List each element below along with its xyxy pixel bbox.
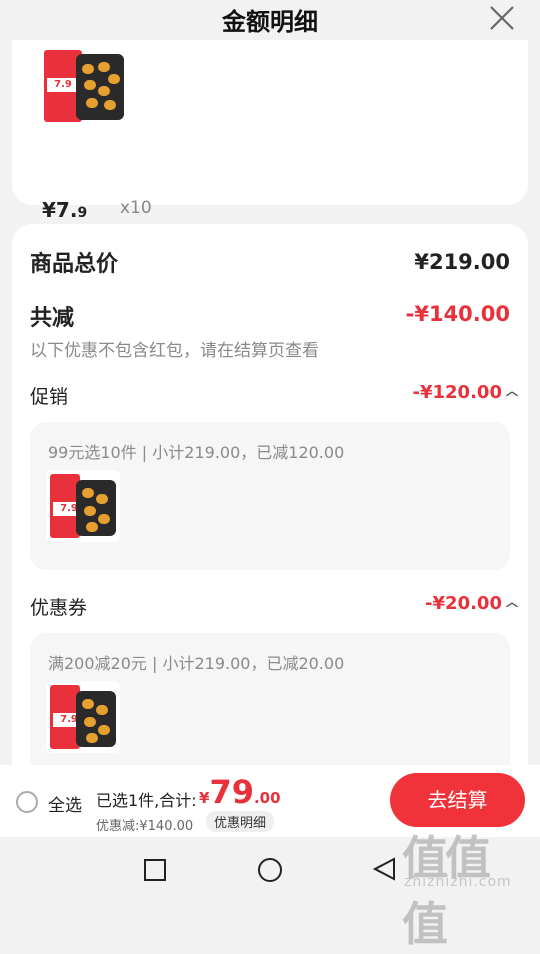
select-all-label[interactable]: 全选 xyxy=(48,791,82,816)
product-price: ¥7.9 xyxy=(42,198,87,222)
total-value: ¥219.00 xyxy=(414,250,510,274)
discount-detail-button[interactable]: 优惠明细 xyxy=(206,811,275,832)
package-price-tag: 7.9 xyxy=(47,78,79,92)
product-price-int: ¥7. xyxy=(42,198,78,222)
discount-note: 以下优惠不包含红包，请在结算页查看 xyxy=(30,341,319,361)
product-card: 7.9 ¥7.9 x10 xyxy=(12,40,528,222)
promotion-toggle[interactable]: -¥120.00 ︿ xyxy=(413,382,518,403)
promotion-detail-text: 99元选10件 | 小计219.00，已减120.00 xyxy=(48,443,345,462)
coupon-detail-text: 满200减20元 | 小计219.00，已减20.00 xyxy=(48,654,345,673)
close-icon[interactable] xyxy=(488,4,516,32)
home-icon[interactable] xyxy=(258,858,282,882)
total-label: 商品总价 xyxy=(30,252,119,277)
coupon-title: 优惠券 xyxy=(30,597,88,619)
food-tray xyxy=(76,480,116,536)
food-tray xyxy=(76,691,116,747)
product-price-dec: 9 xyxy=(77,205,88,221)
chevron-up-icon: ︿ xyxy=(505,384,518,398)
checkout-button[interactable]: 去结算 xyxy=(390,773,525,827)
order-total-currency: ¥ xyxy=(199,789,210,807)
promotion-detail-box: 99元选10件 | 小计219.00，已减120.00 7.9 xyxy=(30,422,510,570)
watermark-url: zhizhizhi.com xyxy=(404,874,512,890)
food-tray xyxy=(76,54,124,120)
select-all-radio[interactable] xyxy=(16,791,38,813)
coupon-product-image[interactable]: 7.9 xyxy=(46,681,120,753)
recent-apps-icon[interactable] xyxy=(144,859,166,881)
promotion-title: 促销 xyxy=(30,386,69,408)
coupon-toggle[interactable]: -¥20.00 ︿ xyxy=(425,593,518,614)
discount-summary: 优惠减:¥140.00 xyxy=(96,819,194,834)
product-image[interactable]: 7.9 xyxy=(40,46,128,126)
order-total-int: 79 xyxy=(209,773,254,811)
order-total: ¥79.00 xyxy=(199,773,281,811)
page-title: 金额明细 xyxy=(222,8,318,36)
discount-total-label: 共减 xyxy=(30,306,75,331)
chevron-up-icon: ︿ xyxy=(505,595,518,609)
discount-total-value: -¥140.00 xyxy=(405,302,510,326)
promotion-product-image[interactable]: 7.9 xyxy=(46,470,120,542)
coupon-detail-box: 满200减20元 | 小计219.00，已减20.00 7.9 xyxy=(30,633,510,781)
selected-count-text: 已选1件,合计: xyxy=(96,791,197,810)
promotion-value: -¥120.00 xyxy=(412,382,502,403)
back-icon[interactable] xyxy=(372,856,398,882)
product-quantity: x10 xyxy=(120,198,152,218)
order-total-dec: .00 xyxy=(253,789,281,807)
amount-detail-card: 商品总价 ¥219.00 共减 -¥140.00 以下优惠不包含红包，请在结算页… xyxy=(12,224,528,784)
watermark: 值值值 zhizhizhi.com xyxy=(402,822,530,951)
coupon-value: -¥20.00 xyxy=(425,593,502,614)
